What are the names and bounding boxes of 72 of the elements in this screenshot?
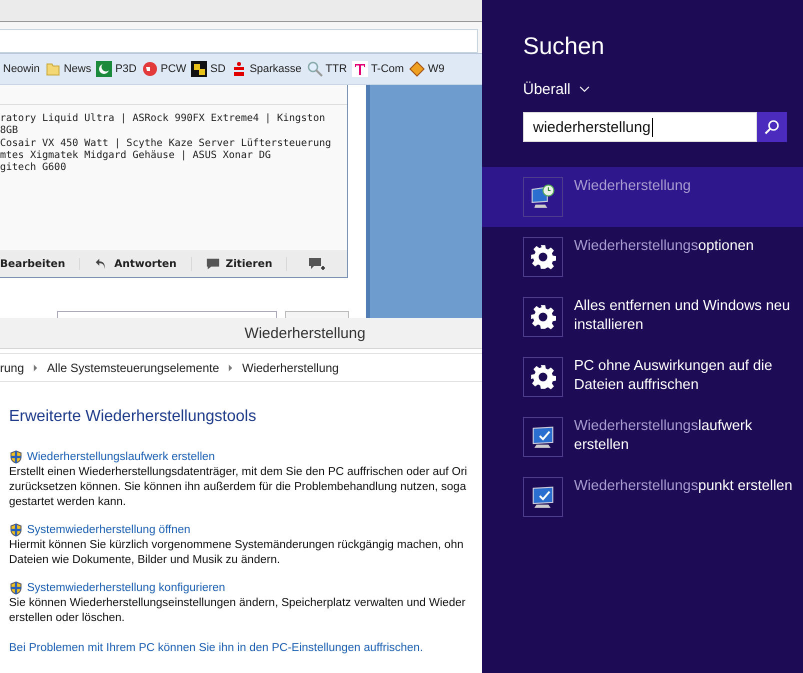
post-action-button[interactable]: Antworten xyxy=(94,256,192,270)
description-line: Sie können Wiederherstellungseinstellungen ändern, Speicherplatz verwalten und Wieder xyxy=(9,596,466,611)
signature-line: mtes Xigmatek Midgard Gehäuse | ASUS Xonar DG xyxy=(0,150,272,162)
window-title: Wiederherstellung xyxy=(244,324,366,342)
description-line: erstellen oder löschen. xyxy=(9,611,125,626)
bookmark-link[interactable]: Sparkasse xyxy=(250,63,302,75)
chevron-icon[interactable] xyxy=(228,364,234,372)
result-label: Alles entfernen und Windows neu installieren xyxy=(574,297,792,335)
search-button[interactable] xyxy=(757,112,787,142)
description-line: Erstellt einen Wiederherstellungsdatenträger, mit dem Sie den PC auffrischen oder auf Ori xyxy=(9,465,468,480)
tool-link[interactable]: Systemwiederherstellung öffnen xyxy=(27,524,190,536)
shield-icon xyxy=(9,523,23,537)
chevron-icon[interactable] xyxy=(33,364,38,372)
result-label: Wiederherstellungspunkt erstellen xyxy=(574,477,794,496)
monitor-clock-icon xyxy=(530,184,556,210)
globe-icon xyxy=(142,61,158,77)
folder-icon xyxy=(44,61,61,77)
search-result[interactable]: Wiederherstellungslaufwerk erstellen xyxy=(482,407,803,467)
description-line: zurücksetzen können. Sie können ihn außerdem für die Problembehandlung nutzen, soga xyxy=(9,480,466,495)
search-result[interactable]: Wiederherstellungspunkt erstellen xyxy=(482,467,803,527)
tool-link[interactable]: Systemwiederherstellung konfigurieren xyxy=(27,582,226,594)
signature-line: 8GB xyxy=(0,125,20,138)
shield-icon xyxy=(9,581,23,595)
multi-quote-icon[interactable] xyxy=(307,256,328,272)
bookmark-link[interactable]: PCW xyxy=(160,63,186,75)
magnifier-icon xyxy=(306,61,323,77)
scope-dropdown[interactable]: Überall xyxy=(523,81,590,98)
breadcrumb-item[interactable]: rung xyxy=(0,360,24,374)
search-result[interactable]: PC ohne Auswirkungen auf die Dateien auffrischen xyxy=(482,347,803,407)
shield-icon xyxy=(9,450,23,464)
bookmark-link[interactable]: T-Com xyxy=(370,63,404,75)
t-logo-icon xyxy=(352,61,368,77)
section-heading: Erweiterte Wiederherstellungstools xyxy=(9,408,258,426)
search-icon xyxy=(764,119,780,135)
gear-icon xyxy=(530,364,556,390)
post-action-button[interactable]: Zitieren xyxy=(206,256,288,270)
chevron-down-icon xyxy=(578,86,590,93)
description-line: Hiermit können Sie kürzlich vorgenommene Systemänderungen rückgängig machen, ohn xyxy=(9,538,464,553)
bookmark-link[interactable]: SD xyxy=(210,63,226,75)
search-result[interactable]: Wiederherstellung xyxy=(482,167,803,227)
signature-line: gitech G600 xyxy=(0,162,68,174)
square-logo-icon xyxy=(191,61,208,77)
search-result[interactable]: Alles entfernen und Windows neu installieren xyxy=(482,287,803,347)
gear-icon xyxy=(530,244,556,270)
breadcrumb-item[interactable]: Alle Systemsteuerungselemente xyxy=(47,360,220,374)
address-field[interactable] xyxy=(0,29,478,53)
monitor-check-icon xyxy=(530,424,556,450)
bookmark-link[interactable]: W9 xyxy=(428,63,444,75)
pane-title: Suchen xyxy=(523,33,604,61)
signature-line: Cosair VX 450 Watt | Scythe Kaze Server Lüftersteuerung xyxy=(0,138,332,150)
post-action-button[interactable]: Bearbeiten xyxy=(0,258,80,270)
result-label: Wiederherstellung xyxy=(574,177,692,196)
bookmark-link[interactable]: News xyxy=(64,63,92,75)
description-line: gestartet werden kann. xyxy=(9,495,126,510)
bookmark-link[interactable]: Neowin xyxy=(3,63,40,75)
search-field[interactable]: wiederherstellung xyxy=(523,112,757,142)
bookmark-link[interactable]: TTR xyxy=(326,63,347,75)
result-label: PC ohne Auswirkungen auf die Dateien auffrischen xyxy=(574,357,774,395)
breadcrumb-item[interactable]: Wiederherstellung xyxy=(242,360,339,374)
monitor-check-icon xyxy=(530,484,556,510)
bookmark-link[interactable]: P3D xyxy=(115,63,137,75)
speech-bubble-icon xyxy=(206,256,220,270)
tool-link[interactable]: Wiederherstellungslaufwerk erstellen xyxy=(27,451,215,463)
gear-icon xyxy=(530,304,556,330)
search-result[interactable]: Wiederherstellungsoptionen xyxy=(482,227,803,287)
diamond-icon xyxy=(408,61,425,77)
signature-line: ratory Liquid Ultra | ASRock 990FX Extreme4 | Kingston xyxy=(0,113,326,126)
settings-link[interactable]: Bei Problemen mit Ihrem PC können Sie ihn in den PC-Einstellungen auffrischen. xyxy=(9,642,424,654)
crescent-icon xyxy=(96,61,112,77)
description-line: Dateien wie Dokumente, Bilder und Musik zu ändern. xyxy=(9,553,280,568)
result-label: Wiederherstellungslaufwerk erstellen xyxy=(574,417,754,455)
result-label: Wiederherstellungsoptionen xyxy=(574,237,755,256)
